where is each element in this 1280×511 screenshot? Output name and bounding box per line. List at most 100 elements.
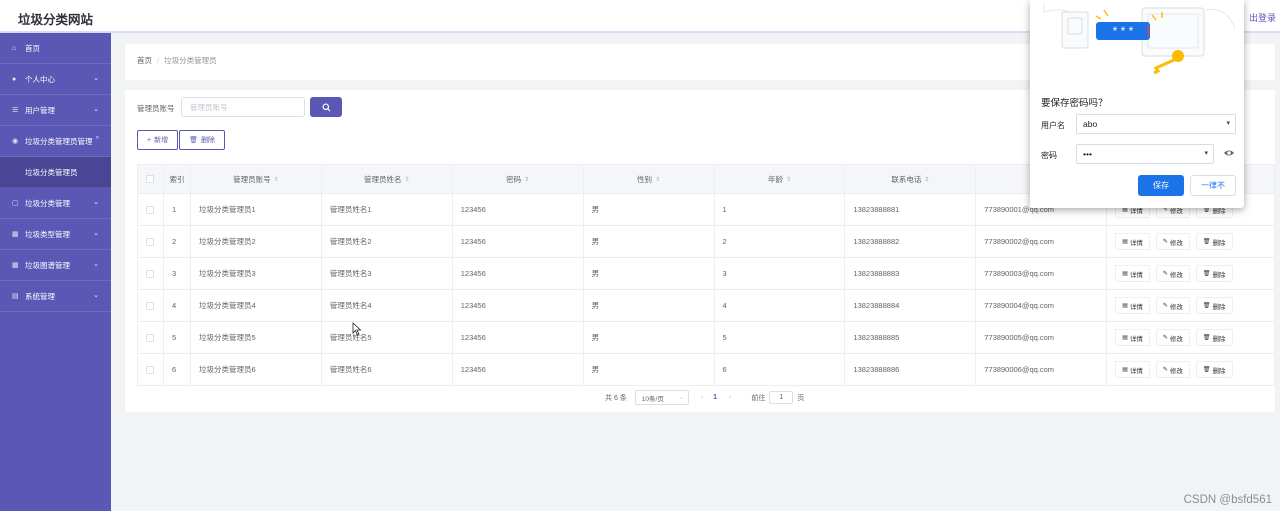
sidebar-item[interactable]: ◉ 垃圾分类管理员管理 ^ [0,126,111,157]
add-button[interactable]: + 新增 [137,130,179,150]
search-button[interactable] [310,97,342,117]
cell-account: 垃圾分类管理员1 [191,194,322,225]
detail-button[interactable]: ▤ 详情 [1115,297,1150,314]
table-row[interactable]: 2 垃圾分类管理员2 管理员姓名2 123456 男 2 13823888882 773890… [138,226,1276,258]
grid-icon: ▦ [12,231,19,238]
row-select[interactable] [138,194,164,225]
pencil-icon: ✎ [1162,303,1168,309]
goto-input[interactable]: 1 [769,391,794,404]
row-checkbox[interactable] [146,333,155,342]
header-gender[interactable]: 性别 ⇕ [584,165,715,193]
sort-icon[interactable]: ⇕ [924,176,929,183]
detail-button[interactable]: ▤ 详情 [1115,265,1150,282]
table-row[interactable]: 6 垃圾分类管理员6 管理员姓名6 123456 男 6 13823888886 773890… [138,354,1276,386]
sidebar-item[interactable]: ● 个人中心 ⌄ [0,64,111,95]
delete-button[interactable]: 🗑 删除 [1195,361,1233,378]
cell-account: 垃圾分类管理员5 [191,322,322,353]
username-value: abo [1083,119,1098,129]
list-icon: ☰ [12,107,19,114]
trash-icon: 🗑 [189,137,198,144]
header-age[interactable]: 年龄 ⇕ [715,165,846,193]
trash-icon: 🗑 [1202,239,1211,245]
header-select-all[interactable] [138,165,164,193]
detail-button-label: 详情 [1129,271,1143,279]
row-checkbox[interactable] [146,205,155,214]
row-checkbox[interactable] [146,269,155,278]
detail-button[interactable]: ▤ 详情 [1115,329,1150,346]
header-name[interactable]: 管理员姓名 ⇕ [322,165,453,193]
row-select[interactable] [138,258,164,289]
username-select[interactable]: abo ▾ [1076,114,1236,134]
next-page-button[interactable]: › [729,394,731,401]
search-input[interactable] [181,97,305,117]
batch-delete-button[interactable]: 🗑 删除 [179,130,225,150]
cell-gender: 男 [584,290,715,321]
breadcrumb-separator: / [157,56,160,65]
save-password-dialog: * * * 要保存密码吗？ 用户名 abo ▾ 密码 ••• ▾ 保存 一律不 [1030,0,1244,208]
prev-page-button[interactable]: ‹ [701,394,703,401]
eye-icon[interactable] [1223,148,1235,158]
delete-button-label: 删除 [1212,335,1226,343]
sort-icon[interactable]: ⇕ [524,176,529,183]
edit-button[interactable]: ✎ 修改 [1155,297,1190,314]
breadcrumb-home[interactable]: 首页 [137,56,152,65]
pagination: 共 6 条 10条/页 ⌄ ‹ 1 › 前往 1 页 [605,390,804,405]
sidebar-item[interactable]: ☰ 用户管理 ⌄ [0,95,111,126]
page-size-select[interactable]: 10条/页 ⌄ [634,390,689,405]
table-row[interactable]: 4 垃圾分类管理员4 管理员姓名4 123456 男 4 13823888884 773890… [138,290,1276,322]
row-select[interactable] [138,226,164,257]
password-label: 密码 [1041,151,1057,160]
sidebar-subitem[interactable]: 垃圾分类管理员 [0,157,111,188]
save-password-button[interactable]: 保存 [1138,175,1184,196]
sidebar-item-label: 垃圾图谱管理 [25,260,70,270]
sidebar-item[interactable]: ▦ 垃圾图谱管理 ⌄ [0,250,111,281]
header-phone[interactable]: 联系电话 ⇕ [845,165,977,193]
header-account[interactable]: 管理员账号 ⇕ [191,165,322,193]
delete-button[interactable]: 🗑 删除 [1195,233,1233,250]
cell-password: 123456 [453,226,584,257]
row-select[interactable] [138,354,164,385]
sort-icon[interactable]: ⇕ [786,176,791,183]
sidebar-item[interactable]: ▦ 垃圾类型管理 ⌄ [0,219,111,250]
never-save-button[interactable]: 一律不 [1190,175,1236,196]
cell-age: 2 [715,226,846,257]
edit-button[interactable]: ✎ 修改 [1155,265,1190,282]
edit-button[interactable]: ✎ 修改 [1155,233,1190,250]
delete-button-label: 删除 [1212,239,1226,247]
cell-index: 3 [164,258,191,289]
password-select[interactable]: ••• ▾ [1076,144,1214,164]
sidebar-item[interactable]: ⌂ 首页 [0,33,111,64]
table-row[interactable]: 5 垃圾分类管理员5 管理员姓名5 123456 男 5 13823888885 773890… [138,322,1276,354]
row-checkbox[interactable] [146,301,155,310]
cell-phone: 13823888881 [845,194,977,225]
plus-icon: + [147,136,152,144]
sort-icon[interactable]: ⇕ [274,176,279,183]
row-checkbox[interactable] [146,365,155,374]
select-all-checkbox[interactable] [146,175,155,183]
edit-button-label: 修改 [1169,239,1183,247]
delete-button[interactable]: 🗑 删除 [1195,297,1233,314]
delete-button[interactable]: 🗑 删除 [1195,265,1233,282]
row-checkbox[interactable] [146,237,155,246]
sidebar-item-label: 垃圾分类管理员 [25,167,78,177]
cell-name: 管理员姓名4 [322,290,453,321]
table-row[interactable]: 3 垃圾分类管理员3 管理员姓名3 123456 男 3 13823888883 773890… [138,258,1276,290]
goto-label: 前往 [751,394,766,402]
delete-button[interactable]: 🗑 删除 [1195,329,1233,346]
sort-icon[interactable]: ⇕ [655,176,660,183]
cell-email: 773890006@qq.com [976,354,1108,385]
detail-button[interactable]: ▤ 详情 [1115,233,1150,250]
row-select[interactable] [138,322,164,353]
cell-email: 773890002@qq.com [976,226,1108,257]
sidebar-item[interactable]: ▤ 系统管理 ⌄ [0,281,111,312]
detail-button[interactable]: ▤ 详情 [1115,361,1150,378]
sidebar-item[interactable]: ▢ 垃圾分类管理 ⌄ [0,188,111,219]
header-password[interactable]: 密码 ⇕ [453,165,584,193]
logout-link[interactable]: 出登录 [1249,11,1276,24]
edit-button[interactable]: ✎ 修改 [1155,361,1190,378]
sort-icon[interactable]: ⇕ [405,176,410,183]
current-page[interactable]: 1 [713,394,717,401]
pencil-icon: ✎ [1162,271,1168,277]
row-select[interactable] [138,290,164,321]
edit-button[interactable]: ✎ 修改 [1155,329,1190,346]
